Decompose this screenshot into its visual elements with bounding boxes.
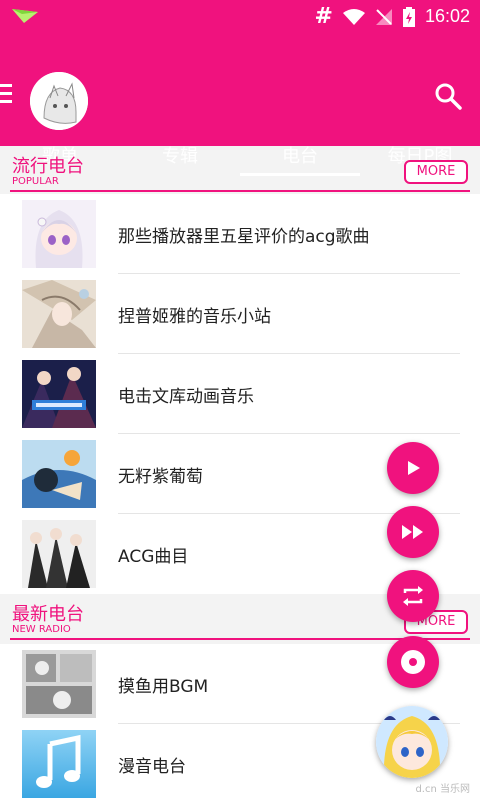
search-icon[interactable] (434, 82, 462, 110)
radio-cover-image (22, 440, 96, 508)
radio-cover-image (22, 520, 96, 588)
repeat-icon (403, 586, 423, 606)
radio-cover-image (22, 200, 96, 268)
section-subtitle: POPULAR (12, 176, 59, 187)
radio-cover-image (22, 280, 96, 348)
disc-button[interactable] (387, 636, 439, 688)
disc-icon (401, 650, 425, 674)
fast-forward-button[interactable] (387, 506, 439, 558)
section-divider (10, 190, 470, 192)
radio-cover-image (22, 650, 96, 718)
app-bar: 歌单 专辑 电台 每日P图 (0, 30, 480, 176)
section-title: 流行电台 (12, 156, 84, 177)
no-signal-icon (375, 8, 392, 25)
battery-icon (402, 6, 415, 27)
section-subtitle: NEW RADIO (12, 624, 71, 635)
menu-icon[interactable] (0, 84, 12, 104)
repeat-button[interactable] (387, 570, 439, 622)
radio-title: 摸鱼用BGM (118, 676, 209, 697)
list-item[interactable]: 那些播放器里五星评价的acg歌曲 (0, 194, 480, 274)
radio-title: ACG曲目 (118, 546, 189, 567)
radio-title: 无籽紫葡萄 (118, 466, 203, 487)
popular-radio-header: 流行电台 POPULAR MORE (0, 146, 480, 192)
clock-time: 16:02 (424, 6, 470, 26)
wifi-icon (342, 8, 365, 25)
user-avatar[interactable] (30, 72, 88, 130)
notification-icon (12, 8, 38, 27)
now-playing-avatar[interactable] (376, 706, 448, 778)
hash-icon: # (314, 4, 333, 29)
play-icon (408, 461, 420, 475)
section-title: 最新电台 (12, 604, 84, 625)
play-button[interactable] (387, 442, 439, 494)
list-item[interactable]: 电击文库动画音乐 (0, 354, 480, 434)
fast-forward-icon (402, 525, 423, 539)
more-button[interactable]: MORE (404, 160, 468, 184)
radio-cover-image (22, 360, 96, 428)
radio-title: 捏普姬雅的音乐小站 (118, 306, 271, 327)
list-item[interactable]: 捏普姬雅的音乐小站 (0, 274, 480, 354)
watermark: d.cn 当乐网 (415, 784, 470, 795)
radio-cover-image (22, 730, 96, 798)
radio-title: 电击文库动画音乐 (118, 386, 254, 407)
radio-title: 漫音电台 (118, 756, 186, 777)
radio-title: 那些播放器里五星评价的acg歌曲 (118, 226, 370, 247)
status-bar: # 16:02 (0, 0, 480, 30)
